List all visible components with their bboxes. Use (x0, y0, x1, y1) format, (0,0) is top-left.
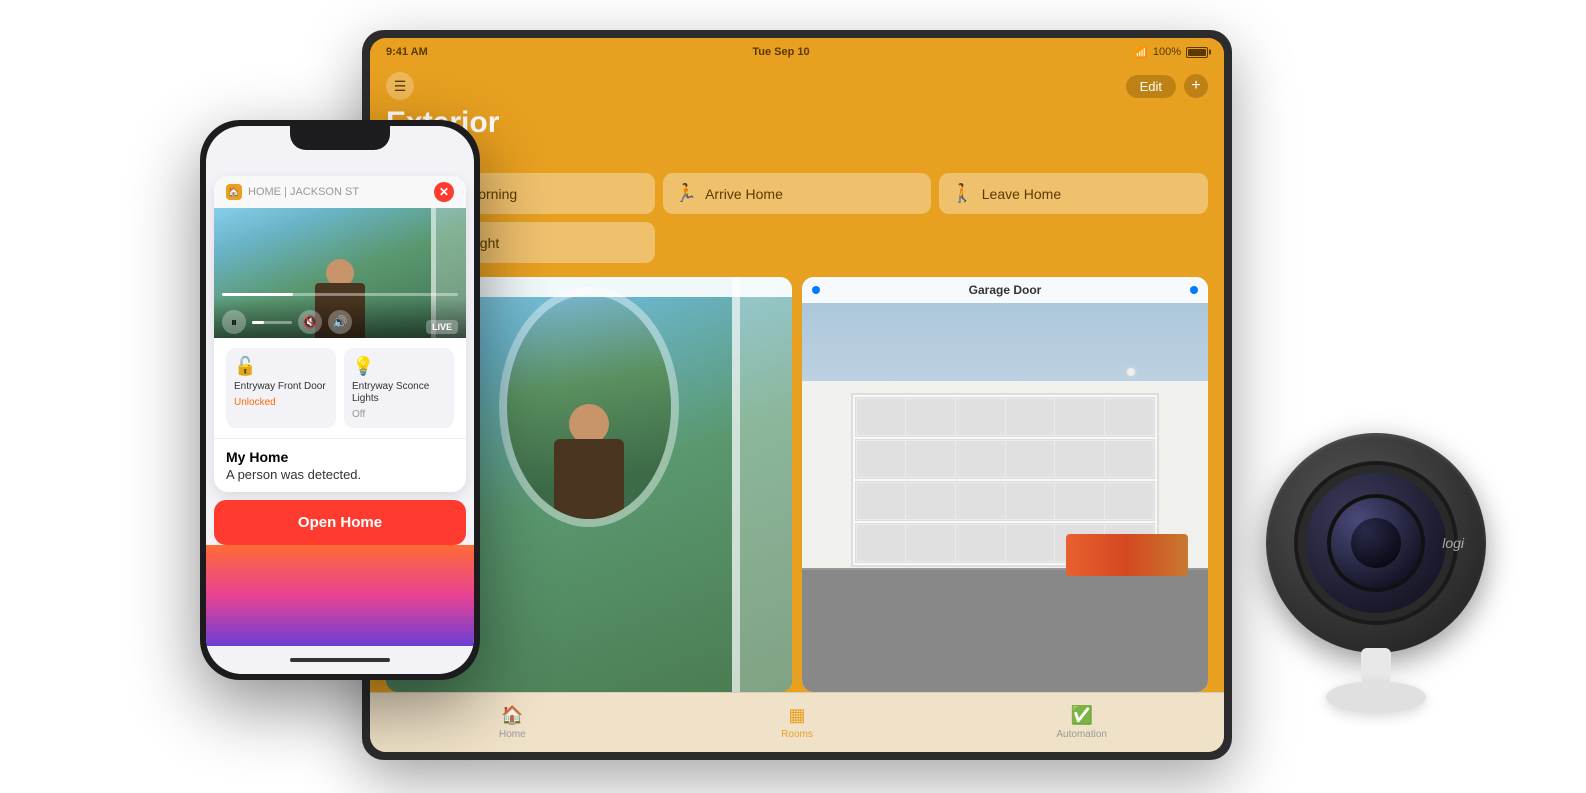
automation-tab-label: Automation (1056, 729, 1107, 740)
rooms-tab-label: Rooms (781, 729, 813, 740)
lights-status: Off (352, 409, 446, 420)
add-button[interactable]: + (1184, 74, 1208, 98)
scene-leave-home[interactable]: 🚶 Leave Home (939, 173, 1208, 214)
home-indicator (206, 646, 474, 674)
mute-button[interactable]: 🔇 (298, 310, 322, 334)
status-right: 📶 100% (1134, 46, 1208, 59)
garage-dot-right (1190, 286, 1198, 294)
notif-controls: ⏸ 🔇 🔊 (222, 310, 352, 334)
scene-arrive-label: Arrive Home (705, 186, 783, 202)
status-bar: 9:41 AM Tue Sep 10 📶 100% (370, 38, 1224, 66)
camera-area: Garage Door (370, 277, 1224, 692)
menu-icon[interactable]: ☰ (386, 72, 414, 100)
lock-icon: 🔓 (234, 356, 328, 377)
phone-notch (290, 126, 390, 150)
home-bar (290, 658, 390, 662)
accessory-front-door[interactable]: 🔓 Entryway Front Door Unlocked (226, 348, 336, 428)
page-title: Exterior (386, 106, 1208, 140)
tab-rooms[interactable]: ▦ Rooms (655, 705, 940, 740)
wifi-icon: 📶 (1134, 46, 1148, 59)
camera-base (1326, 648, 1426, 713)
scenes-grid: 🏠 Good Morning 🏃 Arrive Home 🚶 Leave Hom… (386, 173, 1208, 214)
camera-neck (1361, 648, 1391, 683)
tablet-device: 9:41 AM Tue Sep 10 📶 100% ☰ Edit + (362, 30, 1232, 760)
tablet-screen: 9:41 AM Tue Sep 10 📶 100% ☰ Edit + (370, 38, 1224, 752)
scene-arrive-icon: 🏃 (675, 183, 697, 204)
notification-card[interactable]: 🏠 HOME | JACKSON ST ✕ (214, 176, 466, 492)
tab-automation[interactable]: ✅ Automation (939, 705, 1224, 740)
battery-icon (1186, 47, 1208, 58)
notif-camera-feed: ⏸ 🔇 🔊 LIVE (214, 208, 466, 338)
notif-progress-bar (222, 293, 458, 296)
notif-content: My Home A person was detected. (214, 438, 466, 492)
notif-alert-text: A person was detected. (226, 467, 454, 482)
phone-screen: 🏠 HOME | JACKSON ST ✕ (206, 126, 474, 674)
automation-tab-icon: ✅ (1070, 705, 1092, 726)
phone-device: 🏠 HOME | JACKSON ST ✕ (200, 120, 480, 680)
garage-feed (802, 277, 1208, 692)
garage-header: Garage Door (802, 277, 1208, 303)
notif-app-name: HOME | JACKSON ST (248, 186, 428, 198)
home-tab-label: Home (499, 729, 526, 740)
status-date: Tue Sep 10 (752, 46, 809, 58)
edit-button[interactable]: Edit (1126, 75, 1176, 98)
camera-foot (1326, 681, 1426, 713)
notif-header: 🏠 HOME | JACKSON ST ✕ (214, 176, 466, 208)
volume-button[interactable]: 🔊 (328, 310, 352, 334)
garage-dot-left (812, 286, 820, 294)
notif-overlay: ⏸ 🔇 🔊 LIVE (214, 298, 466, 338)
notif-close-button[interactable]: ✕ (434, 182, 454, 202)
tablet-header: ☰ Edit + Exterior (370, 66, 1224, 150)
tab-home[interactable]: 🏠 Home (370, 705, 655, 740)
rooms-tab-icon: ▦ (789, 705, 806, 726)
front-door-status: Unlocked (234, 397, 328, 408)
logi-camera: logi (1236, 433, 1516, 713)
lens-outer (1306, 473, 1446, 613)
notif-home-name: My Home (226, 449, 454, 465)
accessory-lights[interactable]: 💡 Entryway Sconce Lights Off (344, 348, 454, 428)
phone-frame: 🏠 HOME | JACKSON ST ✕ (200, 120, 480, 680)
lights-name: Entryway Sconce Lights (352, 381, 446, 405)
status-time: 9:41 AM (386, 46, 428, 58)
scenes-label: Scenes (386, 150, 1208, 165)
tablet-frame: 9:41 AM Tue Sep 10 📶 100% ☰ Edit + (362, 30, 1232, 760)
notif-app-icon: 🏠 (226, 184, 242, 200)
open-home-button[interactable]: Open Home (214, 500, 466, 545)
pause-button[interactable]: ⏸ (222, 310, 246, 334)
camera-body: logi (1266, 433, 1486, 653)
front-door-name: Entryway Front Door (234, 381, 328, 393)
scenes-section: Scenes 🏠 Good Morning 🏃 Arrive Home 🚶 Le… (370, 150, 1224, 277)
light-icon: 💡 (352, 356, 446, 377)
battery-text: 100% (1153, 46, 1181, 58)
notif-accessories: 🔓 Entryway Front Door Unlocked 💡 Entrywa… (214, 338, 466, 438)
header-actions: Edit + (1126, 74, 1208, 98)
lens-core (1351, 518, 1401, 568)
header-top: ☰ Edit + (386, 72, 1208, 100)
camera-brand: logi (1442, 535, 1464, 551)
garage-title: Garage Door (969, 283, 1042, 297)
phone-wallpaper (206, 545, 474, 646)
live-badge: LIVE (426, 320, 458, 334)
scene-arrive-home[interactable]: 🏃 Arrive Home (663, 173, 932, 214)
lens-inner (1331, 498, 1421, 588)
scenes-row2: 🌙 Good Night (386, 222, 1208, 263)
notif-progress-fill (222, 293, 293, 296)
tab-bar: 🏠 Home ▦ Rooms ✅ Automation (370, 692, 1224, 752)
home-tab-icon: 🏠 (501, 705, 523, 726)
garage-camera-card[interactable]: Garage Door (802, 277, 1208, 692)
scene-leave-icon: 🚶 (951, 183, 973, 204)
scene-leave-label: Leave Home (982, 186, 1061, 202)
